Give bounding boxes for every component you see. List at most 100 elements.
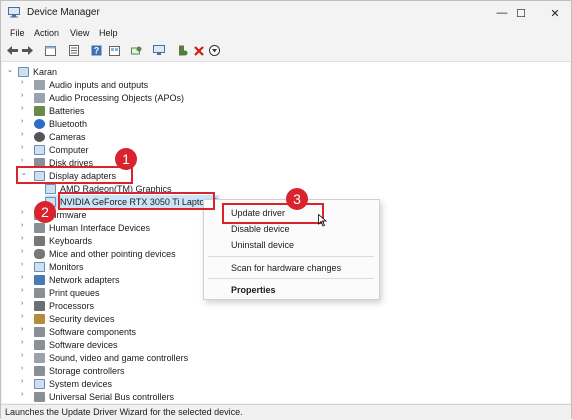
context-item-scan[interactable]: Scan for hardware changes	[231, 263, 341, 273]
annotation-box-nvidia	[58, 192, 215, 210]
chevron-right-icon[interactable]: ›	[21, 209, 23, 216]
speaker-icon	[34, 92, 45, 103]
chevron-right-icon[interactable]: ›	[21, 79, 23, 86]
tree-item[interactable]: › Software devices	[21, 338, 118, 351]
menu-file[interactable]: File	[10, 28, 25, 38]
monitor-icon	[34, 261, 45, 272]
chevron-right-icon[interactable]: ›	[21, 391, 23, 398]
menu-separator	[208, 256, 374, 257]
context-item-properties[interactable]: Properties	[231, 285, 276, 295]
camera-icon	[34, 131, 45, 142]
step-badge-3: 3	[286, 188, 308, 210]
chevron-right-icon[interactable]: ›	[21, 326, 23, 333]
tree-item[interactable]: › Cameras	[21, 130, 86, 143]
enable-icon[interactable]	[208, 44, 221, 57]
system-device-icon	[34, 378, 45, 389]
tree-item[interactable]: › Software components	[21, 325, 136, 338]
keyboard-icon	[34, 235, 45, 246]
step-badge-2: 2	[34, 201, 56, 223]
chevron-right-icon[interactable]: ›	[21, 261, 23, 268]
menu-bar: File Action View Help	[1, 25, 571, 41]
chevron-right-icon[interactable]: ›	[21, 339, 23, 346]
tree-item[interactable]: › Audio inputs and outputs	[21, 78, 148, 91]
tree-item[interactable]: › Monitors	[21, 260, 84, 273]
menu-help[interactable]: Help	[99, 28, 118, 38]
tree-item[interactable]: › Security devices	[21, 312, 115, 325]
title-bar: Device Manager — ☐ ✕	[1, 1, 571, 25]
view-icon[interactable]	[108, 44, 121, 57]
chevron-right-icon[interactable]: ›	[21, 105, 23, 112]
menu-view[interactable]: View	[70, 28, 89, 38]
network-icon	[34, 274, 45, 285]
tree-item[interactable]: › Sound, video and game controllers	[21, 351, 188, 364]
chevron-right-icon[interactable]: ›	[21, 92, 23, 99]
security-icon	[34, 313, 45, 324]
svg-text:?: ?	[94, 46, 100, 56]
tree-root-label: Karan	[33, 66, 58, 77]
mouse-icon	[34, 248, 45, 259]
window-title: Device Manager	[27, 7, 100, 18]
menu-action[interactable]: Action	[34, 28, 59, 38]
help-icon[interactable]: ?	[90, 44, 103, 57]
printer-icon	[34, 287, 45, 298]
software-device-icon	[34, 339, 45, 350]
status-bar: Launches the Update Driver Wizard for th…	[1, 404, 571, 420]
context-item-disable-device[interactable]: Disable device	[231, 224, 290, 234]
chevron-down-icon[interactable]: ⌄	[7, 66, 13, 74]
tree-item[interactable]: › Bluetooth	[21, 117, 87, 130]
battery-icon	[34, 105, 45, 116]
tree-item[interactable]: › Storage controllers	[21, 364, 125, 377]
tree-item[interactable]: › Universal Serial Bus controllers	[21, 390, 174, 403]
software-component-icon	[34, 326, 45, 337]
tree-item[interactable]: › Keyboards	[21, 234, 92, 247]
tree-item[interactable]: › System devices	[21, 377, 112, 390]
uninstall-icon[interactable]	[192, 44, 205, 57]
show-hide-icon[interactable]	[44, 44, 57, 57]
computer-icon	[18, 66, 29, 77]
update-driver-icon[interactable]	[176, 44, 189, 57]
chevron-right-icon[interactable]: ›	[21, 352, 23, 359]
properties-icon[interactable]	[67, 44, 80, 57]
chevron-right-icon[interactable]: ›	[21, 118, 23, 125]
chevron-right-icon[interactable]: ›	[21, 131, 23, 138]
processor-icon	[34, 300, 45, 311]
tree-item[interactable]: › Audio Processing Objects (APOs)	[21, 91, 184, 104]
chevron-right-icon[interactable]: ›	[21, 222, 23, 229]
tree-item[interactable]: › Processors	[21, 299, 94, 312]
close-button[interactable]: ✕	[537, 1, 572, 25]
tree-item[interactable]: › Network adapters	[21, 273, 120, 286]
toolbar: ?	[1, 41, 571, 62]
display-adapter-icon	[45, 183, 56, 194]
annotation-box-update-driver	[222, 203, 324, 224]
sound-icon	[34, 352, 45, 363]
tree-item[interactable]: › Mice and other pointing devices	[21, 247, 176, 260]
speaker-icon	[34, 79, 45, 90]
chevron-right-icon[interactable]: ›	[21, 378, 23, 385]
maximize-button[interactable]: ☐	[503, 1, 539, 25]
back-icon[interactable]	[6, 44, 19, 57]
tree-item[interactable]: › Human Interface Devices	[21, 221, 150, 234]
chevron-right-icon[interactable]: ›	[21, 274, 23, 281]
monitor-icon[interactable]	[152, 44, 165, 57]
usb-icon	[34, 391, 45, 402]
chevron-right-icon[interactable]: ›	[21, 287, 23, 294]
context-item-uninstall-device[interactable]: Uninstall device	[231, 240, 294, 250]
mouse-cursor-icon	[318, 214, 327, 227]
tree-item[interactable]: › Computer	[21, 143, 89, 156]
chevron-right-icon[interactable]: ›	[21, 365, 23, 372]
chevron-right-icon[interactable]: ›	[21, 313, 23, 320]
chevron-right-icon[interactable]: ›	[21, 157, 23, 164]
chevron-right-icon[interactable]: ›	[21, 248, 23, 255]
tree-item[interactable]: › Print queues	[21, 286, 100, 299]
device-manager-app-icon	[8, 7, 20, 18]
tree-root[interactable]: ⌄ Karan	[7, 65, 57, 78]
chevron-right-icon[interactable]: ›	[21, 235, 23, 242]
forward-icon[interactable]	[21, 44, 34, 57]
tree-item[interactable]: › Batteries	[21, 104, 85, 117]
bluetooth-icon	[34, 118, 45, 129]
step-badge-1: 1	[115, 148, 137, 170]
chevron-right-icon[interactable]: ›	[21, 144, 23, 151]
scan-icon[interactable]	[130, 44, 143, 57]
chevron-right-icon[interactable]: ›	[21, 300, 23, 307]
storage-icon	[34, 365, 45, 376]
